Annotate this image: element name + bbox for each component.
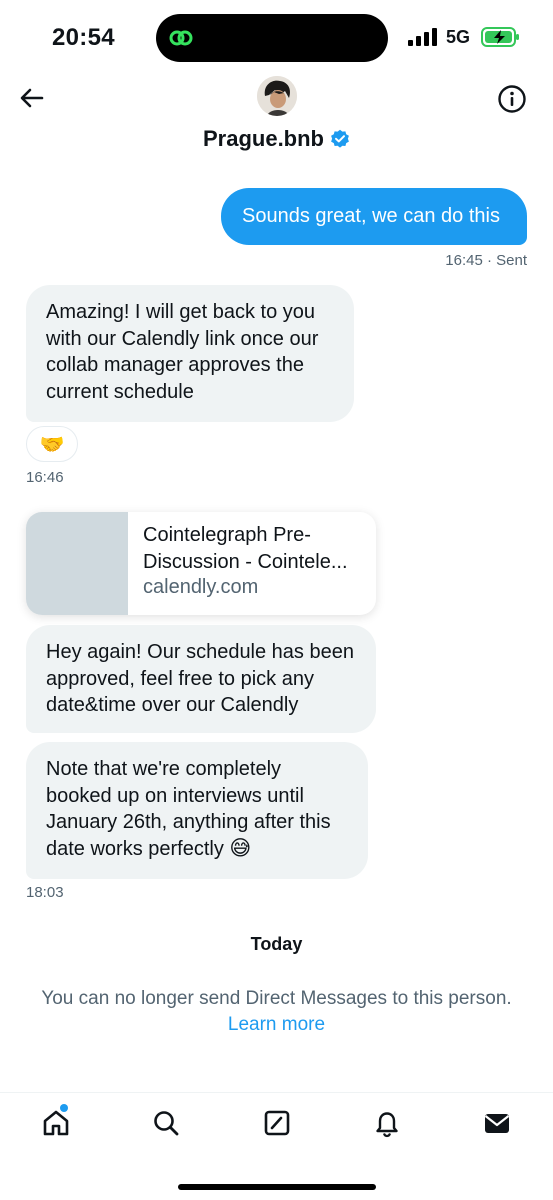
incoming-message-bubble[interactable]: Amazing! I will get back to you with our… (26, 285, 354, 422)
message-timestamp: 18:03 (26, 884, 64, 901)
conversation-title[interactable]: Prague.bnb (0, 126, 553, 152)
nav-divider (0, 1092, 553, 1093)
avatar-illustration (257, 76, 297, 116)
compose-icon[interactable] (262, 1108, 292, 1138)
link-preview-card[interactable]: Cointelegraph Pre-Discussion - Cointele.… (26, 512, 376, 615)
reaction-badge[interactable]: 🤝 (26, 426, 78, 462)
learn-more-link[interactable]: Learn more (228, 1014, 325, 1035)
messages-icon[interactable] (482, 1108, 512, 1138)
message-text: Note that we're completely booked up on … (46, 758, 331, 860)
incoming-message-bubble[interactable]: Note that we're completely booked up on … (26, 742, 368, 879)
notice-text: You can no longer send Direct Messages t… (41, 988, 512, 1009)
home-icon[interactable] (41, 1108, 71, 1138)
link-title: Cointelegraph Pre-Discussion - Cointele.… (143, 524, 348, 573)
status-time: 20:54 (52, 24, 115, 51)
search-icon[interactable] (151, 1108, 181, 1138)
battery-charging-icon (481, 27, 519, 47)
dm-conversation-screen: 20:54 5G Prague.bnb Sounds great, we can… (0, 0, 553, 1200)
link-thumbnail (26, 512, 128, 615)
day-separator: Today (250, 934, 303, 954)
sweat-smile-emoji: 😅 (229, 836, 252, 860)
link-domain: calendly.com (143, 576, 259, 598)
dynamic-island (156, 14, 388, 62)
verified-badge-icon (331, 129, 349, 148)
home-indicator (178, 1184, 376, 1190)
message-timestamp: 16:46 (26, 469, 64, 486)
network-type: 5G (446, 27, 471, 47)
dm-restriction-notice: You can no longer send Direct Messages t… (0, 986, 553, 1038)
signal-icon (408, 28, 437, 46)
message-sent-status: 16:45 · Sent (445, 252, 527, 269)
back-arrow-icon[interactable] (18, 84, 46, 112)
notifications-icon[interactable] (372, 1108, 402, 1138)
contact-name: Prague.bnb (202, 126, 324, 151)
outgoing-message-bubble[interactable]: Sounds great, we can do this (221, 188, 527, 245)
handshake-emoji: 🤝 (39, 433, 65, 456)
facetime-island-icon (169, 30, 193, 46)
avatar[interactable] (257, 76, 297, 116)
info-icon[interactable] (497, 84, 527, 114)
incoming-message-bubble[interactable]: Hey again! Our schedule has been approve… (26, 625, 376, 733)
home-notification-dot (60, 1104, 68, 1112)
